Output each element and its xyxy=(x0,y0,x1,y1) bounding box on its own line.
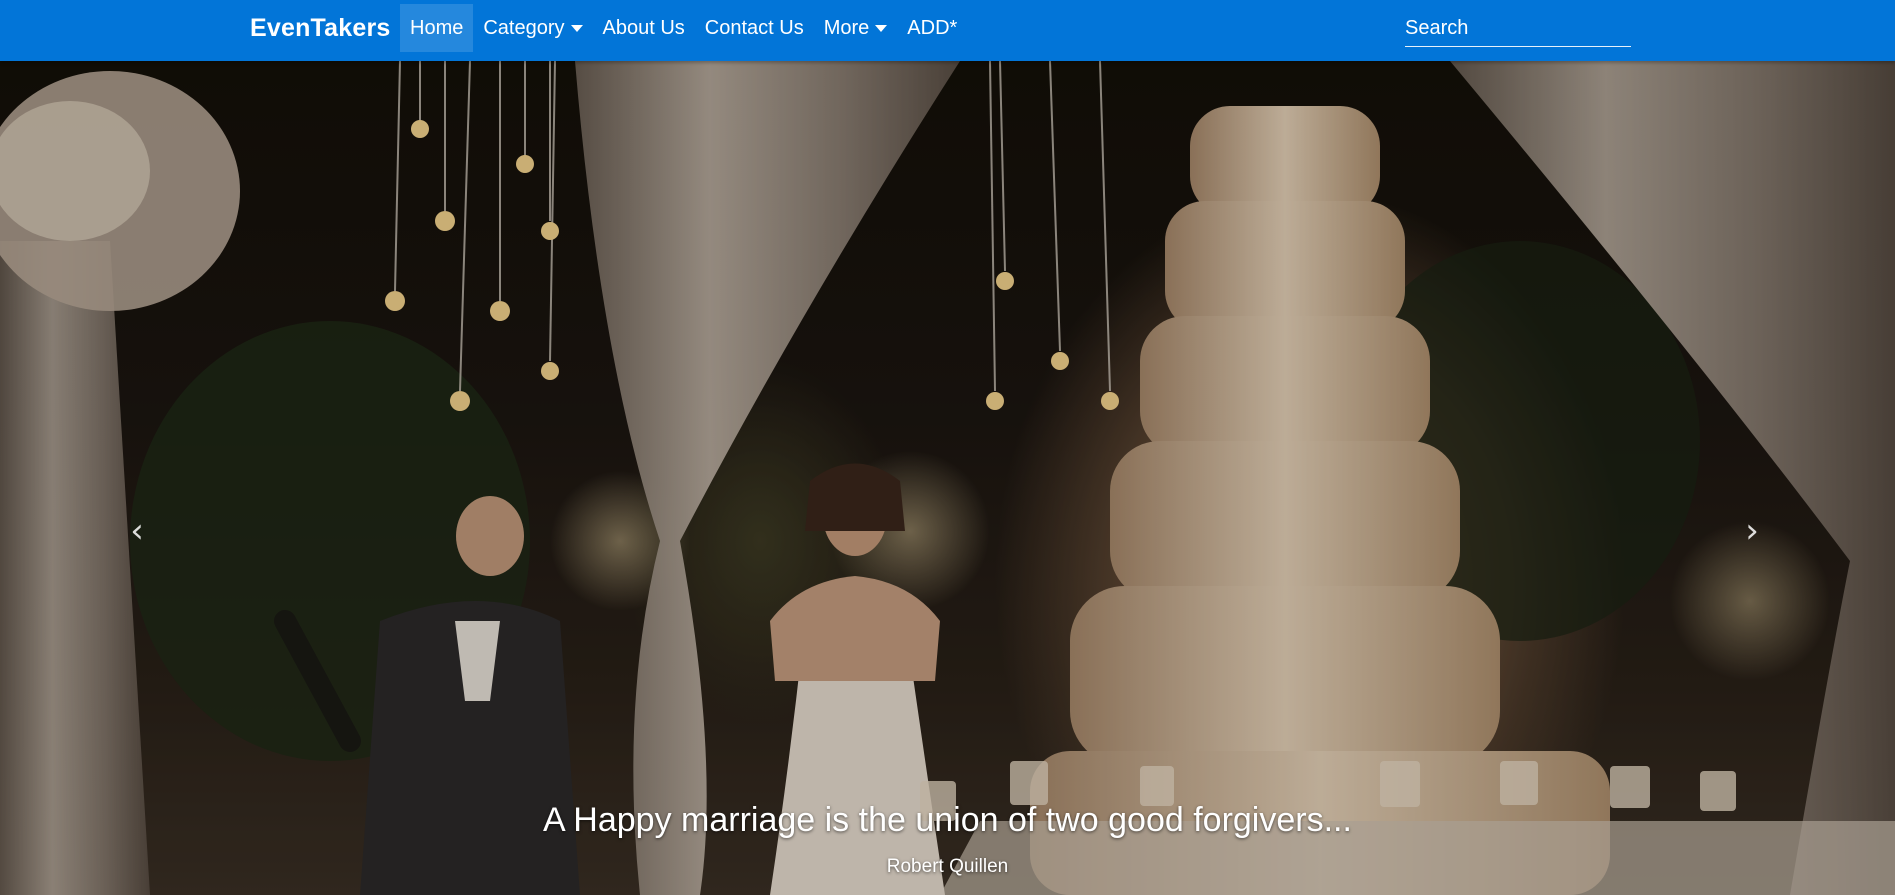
nav-links: Home Category About Us Contact Us More A… xyxy=(400,4,967,52)
caret-down-icon xyxy=(875,24,888,32)
caption-quote: A Happy marriage is the union of two goo… xyxy=(543,801,1352,839)
nav-home[interactable]: Home xyxy=(400,4,474,52)
carousel-prev-control[interactable]: ‹ xyxy=(107,501,167,561)
caret-down-icon xyxy=(570,24,583,32)
nav-add-label: ADD* xyxy=(907,16,958,39)
nav-category-dropdown[interactable]: Category xyxy=(473,4,592,52)
chevron-left-icon: ‹ xyxy=(130,511,144,551)
caption-author: Robert Quillen xyxy=(886,856,1009,877)
nav-category-label: Category xyxy=(483,16,565,39)
nav-contact-label: Contact Us xyxy=(704,16,804,39)
hero-dark-overlay xyxy=(0,61,1895,895)
chevron-right-icon: › xyxy=(1745,511,1759,551)
hero-carousel: ‹ › A Happy marriage is the union of two… xyxy=(0,61,1895,895)
nav-contact-us[interactable]: Contact Us xyxy=(695,4,814,52)
nav-home-label: Home xyxy=(410,16,464,39)
search-input[interactable] xyxy=(1405,10,1631,47)
nav-add[interactable]: ADD* xyxy=(897,4,967,52)
nav-more-label: More xyxy=(823,16,870,39)
nav-about-us[interactable]: About Us xyxy=(593,4,695,52)
carousel-next-control[interactable]: › xyxy=(1722,501,1782,561)
top-navbar: EvenTakers Home Category About Us Contac… xyxy=(0,0,1895,61)
nav-about-label: About Us xyxy=(602,16,685,39)
nav-more-dropdown[interactable]: More xyxy=(814,4,898,52)
brand-logo[interactable]: EvenTakers xyxy=(250,14,391,43)
